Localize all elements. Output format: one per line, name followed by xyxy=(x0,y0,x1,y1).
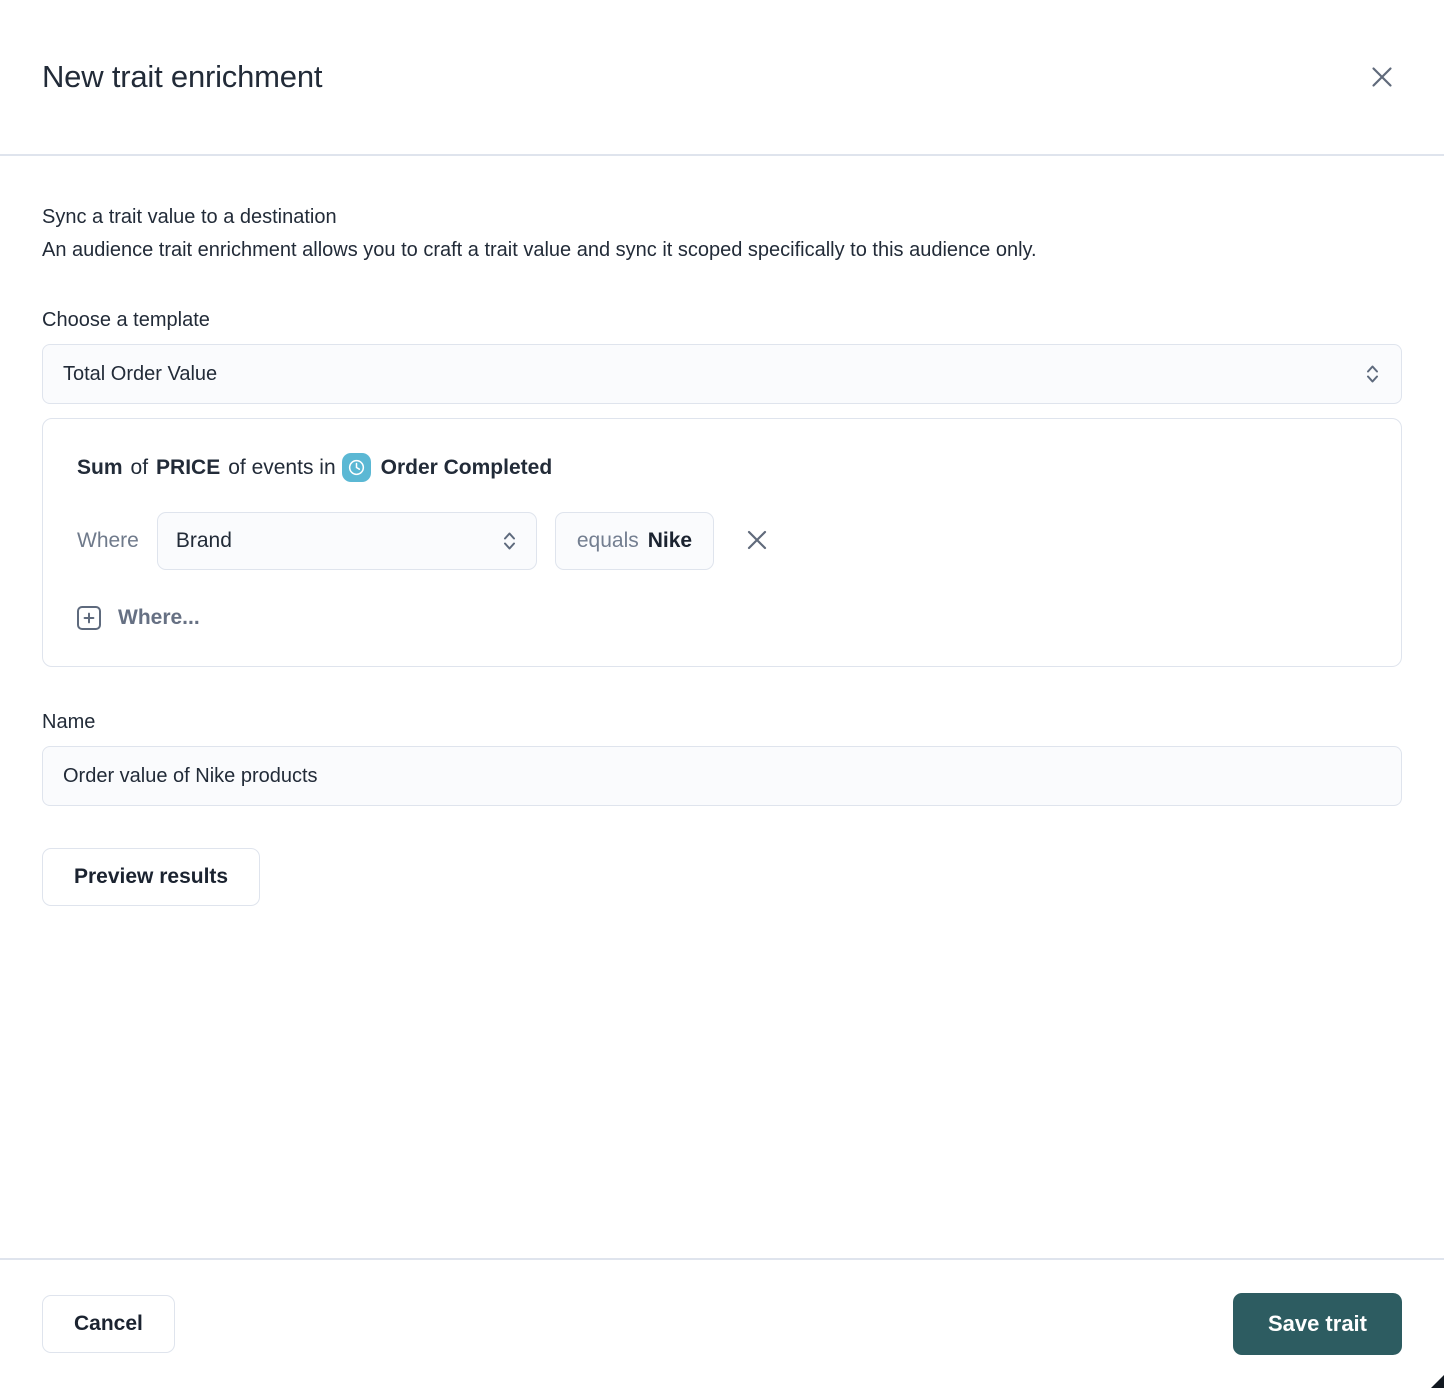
template-select[interactable]: Total Order Value xyxy=(42,344,1402,405)
condition-where-label: Where xyxy=(77,529,139,553)
intro-description: An audience trait enrichment allows you … xyxy=(42,239,1037,261)
condition-operator: equals xyxy=(576,529,639,553)
remove-condition-button[interactable] xyxy=(740,524,774,558)
template-selected-value: Total Order Value xyxy=(63,363,218,386)
add-condition-button[interactable]: Where... xyxy=(77,606,200,631)
chevron-up-down-icon xyxy=(501,528,518,554)
clock-icon xyxy=(341,453,371,483)
name-label: Name xyxy=(42,711,96,734)
condition-row: Where Brand equals Nike xyxy=(77,512,1367,571)
new-trait-enrichment-modal: New trait enrichment Sync a trait value … xyxy=(0,0,1444,1388)
resize-handle[interactable] xyxy=(1430,1374,1444,1388)
intro-heading: Sync a trait value to a destination xyxy=(42,206,337,228)
formula-of-word: of xyxy=(130,456,149,480)
plus-square-icon xyxy=(77,606,101,631)
cancel-button[interactable]: Cancel xyxy=(42,1295,175,1353)
modal-body: Sync a trait value to a destination An a… xyxy=(0,156,1444,1258)
template-label: Choose a template xyxy=(42,309,210,332)
add-condition-label: Where... xyxy=(118,606,200,630)
close-icon xyxy=(744,527,770,556)
formula-aggregation[interactable]: Sum xyxy=(77,454,123,481)
modal-footer: Cancel Save trait xyxy=(0,1258,1444,1388)
chevron-up-down-icon xyxy=(1364,361,1381,387)
condition-value: Nike xyxy=(647,529,693,553)
name-input-value: Order value of Nike products xyxy=(63,765,318,788)
page-title: New trait enrichment xyxy=(42,59,323,95)
close-icon xyxy=(1369,64,1395,90)
name-input[interactable]: Order value of Nike products xyxy=(42,746,1402,807)
formula-property[interactable]: PRICE xyxy=(156,454,220,481)
condition-value-pill[interactable]: equals Nike xyxy=(554,512,715,571)
close-modal-button[interactable] xyxy=(1360,55,1404,99)
condition-property-select[interactable]: Brand xyxy=(156,512,537,571)
save-trait-button[interactable]: Save trait xyxy=(1232,1293,1402,1355)
formula-of-events-in-text: of events in xyxy=(228,456,336,480)
condition-property-value: Brand xyxy=(175,529,232,553)
formula-card: Sum of PRICE of events in Order Complete… xyxy=(42,418,1402,668)
formula-event-name[interactable]: Order Completed xyxy=(381,454,553,481)
formula-expression: Sum of PRICE of events in Order Complete… xyxy=(77,453,1367,483)
modal-header: New trait enrichment xyxy=(0,0,1444,156)
preview-results-button[interactable]: Preview results xyxy=(42,848,261,907)
